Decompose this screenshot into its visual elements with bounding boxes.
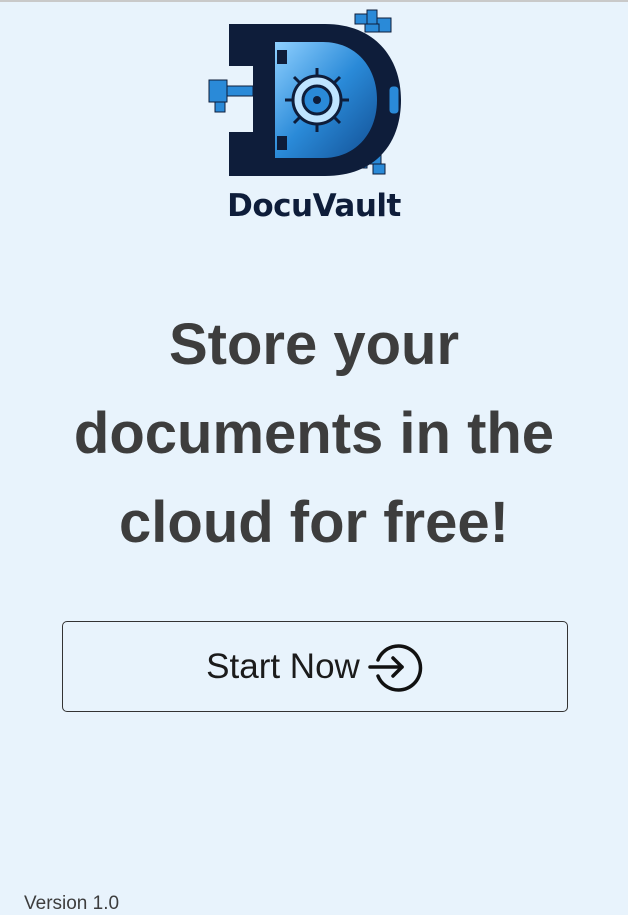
version-label: Version 1.0	[24, 893, 120, 914]
start-now-button[interactable]: Start Now	[62, 621, 568, 712]
headline: Store your documents in the cloud for fr…	[73, 312, 555, 555]
logo-text: DocuVault	[227, 188, 401, 224]
start-now-label: Start Now	[206, 646, 360, 686]
arrow-circle-right-icon	[366, 638, 424, 696]
